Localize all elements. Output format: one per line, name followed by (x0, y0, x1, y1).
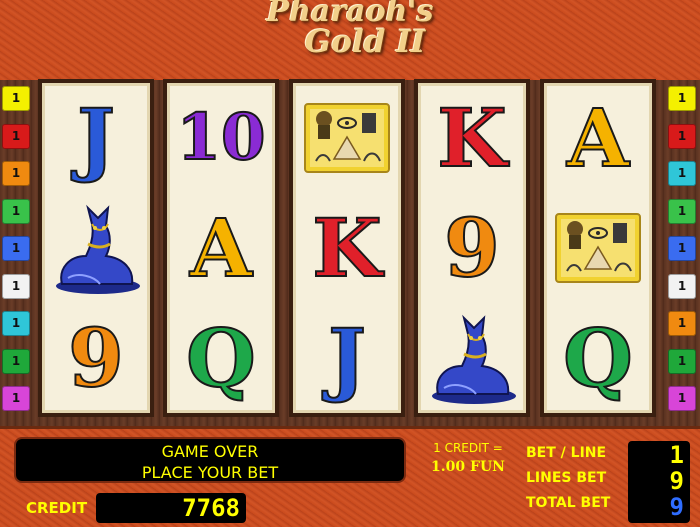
reel-2: 10 A Q (167, 83, 275, 413)
card-symbol-k: K (311, 201, 383, 295)
reel-4-symbol-3 (418, 303, 526, 413)
left-payline-2-button[interactable]: 1 (2, 123, 30, 149)
reel-4-symbol-1: K (418, 83, 526, 193)
reel-3-symbol-3: J (293, 303, 401, 413)
reel-5-symbol-3: Q (544, 303, 652, 413)
control-panel: GAME OVER PLACE YOUR BET CREDIT 7768 1 C… (0, 426, 700, 527)
credit-rate-label: 1 CREDIT = (433, 441, 503, 455)
reel-3-symbol-2: K (293, 193, 401, 303)
credit-value: 7768 (96, 493, 246, 523)
reel-5: AQ (544, 83, 652, 413)
card-symbol-q: Q (185, 311, 257, 405)
card-symbol-10: 10 (175, 100, 266, 175)
bet-per-line-value: 1 (669, 441, 684, 469)
game-header: Pharaoh's Gold II (0, 0, 700, 83)
reel-4-symbol-2: 9 (418, 193, 526, 303)
message-line1: GAME OVER (161, 442, 259, 461)
right-payline-5-button[interactable]: 1 (668, 236, 696, 261)
reel-1: J9 (42, 83, 150, 413)
lines-bet-value: 9 (669, 467, 684, 495)
right-payline-7-button[interactable]: 1 (668, 311, 696, 336)
reel-1-symbol-3: 9 (42, 303, 150, 413)
reel-area: 111111111 111111111 J 9 10 A Q K J K 9 A Q (0, 80, 700, 426)
cat-statue-icon (48, 198, 144, 298)
right-payline-4-button[interactable]: 1 (668, 198, 696, 224)
credit-label: CREDIT (26, 499, 88, 517)
left-payline-9-button[interactable]: 1 (2, 386, 30, 411)
reel-2-symbol-2: A (167, 193, 275, 303)
message-display: GAME OVER PLACE YOUR BET (14, 437, 406, 483)
right-payline-1-button[interactable]: 1 (668, 86, 696, 111)
left-payline-3-button[interactable]: 1 (2, 161, 30, 186)
card-symbol-k: K (436, 91, 508, 185)
papyrus-pyramid-icon (555, 213, 641, 283)
card-symbol-a: A (189, 201, 253, 295)
message-line2: PLACE YOUR BET (141, 463, 279, 482)
left-payline-indicators: 1 1 1 1 1 1 1 1 1 (0, 80, 34, 426)
reel-4: K9 (418, 83, 526, 413)
total-bet-value: 9 (669, 493, 684, 521)
card-symbol-q: Q (562, 311, 634, 405)
left-payline-4-button[interactable]: 1 (2, 198, 30, 224)
lines-bet-label: LINES BET (526, 470, 607, 486)
reel-5-symbol-1: A (544, 83, 652, 193)
left-payline-7-button[interactable]: 1 (2, 311, 30, 336)
card-symbol-j: J (327, 311, 367, 405)
reel-2-symbol-1: 10 (167, 83, 275, 193)
game-title-line2: Gold II (304, 24, 426, 60)
reel-3: KJ (293, 83, 401, 413)
bet-per-line-label: BET / LINE (526, 445, 607, 461)
card-symbol-a: A (566, 91, 630, 185)
right-payline-indicators: 1 1 1 1 1 1 1 1 1 (666, 80, 700, 426)
left-payline-6-button[interactable]: 1 (2, 273, 30, 299)
card-symbol-9: 9 (67, 311, 125, 405)
cat-statue-icon (424, 308, 520, 408)
credit-rate-value: 1.00 FUN (431, 459, 505, 475)
card-symbol-j: J (76, 91, 116, 185)
bet-display: 1 9 9 (628, 441, 690, 523)
card-symbol-9: 9 (443, 201, 501, 295)
reel-3-symbol-1 (293, 83, 401, 193)
left-payline-1-button[interactable]: 1 (2, 86, 30, 111)
papyrus-pyramid-icon (304, 103, 390, 173)
reel-5-symbol-2 (544, 193, 652, 303)
reel-1-symbol-2 (42, 193, 150, 303)
total-bet-label: TOTAL BET (526, 495, 611, 511)
right-payline-3-button[interactable]: 1 (668, 161, 696, 186)
right-payline-9-button[interactable]: 1 (668, 386, 696, 411)
right-payline-8-button[interactable]: 1 (668, 348, 696, 374)
left-payline-5-button[interactable]: 1 (2, 236, 30, 261)
right-payline-6-button[interactable]: 1 (668, 273, 696, 299)
left-payline-8-button[interactable]: 1 (2, 348, 30, 374)
reel-1-symbol-1: J (42, 83, 150, 193)
right-payline-2-button[interactable]: 1 (668, 123, 696, 149)
reel-2-symbol-3: Q (167, 303, 275, 413)
